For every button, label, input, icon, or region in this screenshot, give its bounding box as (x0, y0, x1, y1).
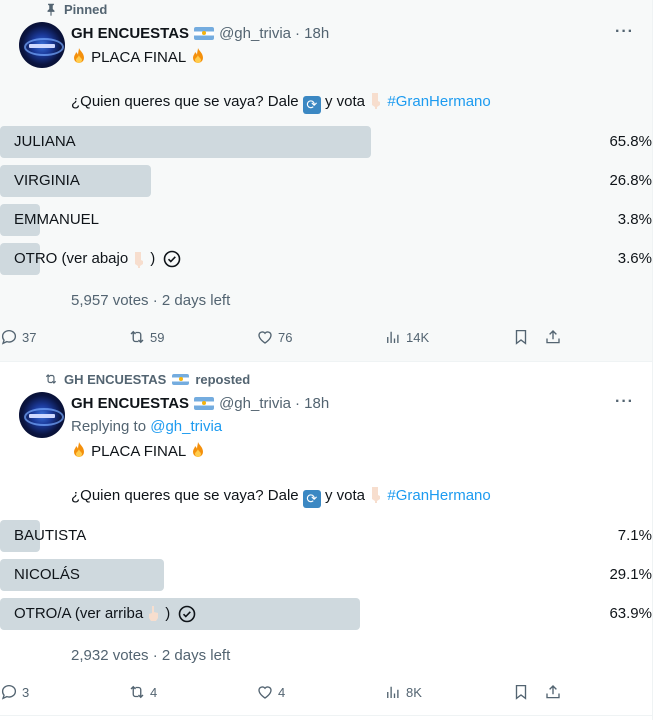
pin-icon (47, 3, 55, 16)
argentina-flag-icon (194, 396, 215, 410)
poll-option-percent: 65.8% (609, 133, 652, 150)
fire-icon (192, 48, 203, 63)
poll-option-percent: 26.8% (609, 172, 652, 189)
poll-option-label: OTRO (ver abajo ) (14, 243, 181, 275)
tweet-header: GH ENCUESTAS @gh_trivia · 18h (71, 393, 634, 413)
hashtag-link[interactable]: #GranHermano (387, 93, 490, 110)
hashtag-link[interactable]: #GranHermano (387, 487, 490, 504)
poll-option-label: JULIANA (14, 133, 76, 150)
repost-icon (130, 330, 144, 344)
poll-option-percent: 63.9% (609, 605, 652, 622)
replying-to: Replying to @gh_trivia (71, 418, 223, 435)
author-name[interactable]: GH ENCUESTAS (71, 25, 189, 42)
social-context: Pinned (44, 0, 107, 18)
poll-option[interactable]: EMMANUEL 3.8% (0, 204, 652, 236)
avatar[interactable] (19, 392, 65, 438)
heart-icon (258, 331, 272, 344)
reply-icon (1, 684, 17, 700)
tweet-actions: 37 59 76 14K (0, 327, 652, 347)
pinned-label: Pinned (64, 1, 108, 17)
poll-option[interactable]: OTRO (ver abajo ) 3.6% (0, 243, 652, 275)
avatar[interactable] (19, 22, 65, 68)
poll-option-label: VIRGINIA (14, 172, 80, 189)
views-button[interactable]: 14K (384, 327, 429, 347)
repost-button[interactable]: 4 (128, 682, 157, 702)
author-name[interactable]: GH ENCUESTAS (71, 395, 189, 412)
author-handle[interactable]: @gh_trivia (219, 395, 291, 412)
tweet-time[interactable]: · 18h (295, 25, 329, 42)
poll-option[interactable]: NICOLÁS 29.1% (0, 559, 652, 591)
fire-icon (74, 442, 84, 457)
tweet-pinned[interactable]: Pinned GH ENCUESTAS @gh_trivia · 18h ···… (0, 0, 652, 362)
poll-option-percent: 3.6% (617, 250, 652, 267)
poll-option-label: EMMANUEL (14, 211, 100, 228)
tweet-actions: 3 4 4 8K (0, 682, 652, 702)
reposted-label: reposted (195, 371, 251, 387)
poll-option-label: OTRO/A (ver arriba ) (14, 598, 196, 630)
like-button[interactable]: 4 (256, 682, 285, 702)
like-button[interactable]: 76 (256, 327, 292, 347)
fire-icon (192, 442, 203, 457)
replying-to-handle[interactable]: @gh_trivia (150, 418, 222, 435)
social-context: GH ENCUESTAS reposted (44, 370, 250, 388)
views-icon (387, 331, 399, 343)
poll: BAUTISTA 7.1% NICOLÁS 29.1% OTRO/A (ver … (0, 520, 652, 637)
check-circle-icon (178, 605, 196, 623)
heart-icon (258, 686, 272, 699)
repost-icon (130, 685, 144, 699)
poll-option[interactable]: JULIANA 65.8% (0, 126, 652, 158)
views-button[interactable]: 8K (384, 682, 422, 702)
poll-option-percent: 3.8% (617, 211, 652, 228)
timeline-border (652, 0, 653, 720)
fire-icon (74, 48, 84, 63)
poll-option-label: NICOLÁS (14, 566, 80, 583)
author-handle[interactable]: @gh_trivia (219, 25, 291, 42)
pointing-down-hand-icon (372, 487, 381, 503)
tweet-title: PLACA FINAL (71, 47, 634, 68)
reply-icon (1, 329, 17, 345)
pointing-down-hand-icon (372, 93, 381, 109)
more-icon: ··· (615, 23, 634, 40)
repeat-button-emoji-icon: ⟳ (302, 490, 321, 508)
tweet-repost[interactable]: GH ENCUESTAS reposted GH ENCUESTAS @gh_t… (0, 362, 652, 716)
views-icon (387, 686, 399, 698)
argentina-flag-icon (172, 373, 190, 385)
reposter-name[interactable]: GH ENCUESTAS (64, 372, 166, 387)
poll-votes-info: 2,932 votes · 2 days left (71, 647, 231, 664)
argentina-flag-icon (194, 26, 215, 40)
pointing-down-hand-icon (135, 252, 144, 268)
tweet-title: PLACA FINAL (71, 441, 634, 462)
bookmark-button[interactable] (512, 327, 530, 347)
poll-option[interactable]: VIRGINIA 26.8% (0, 165, 652, 197)
repost-button[interactable]: 59 (128, 327, 164, 347)
poll-votes-info: 5,957 votes · 2 days left (71, 292, 231, 309)
share-icon (546, 330, 560, 344)
more-icon: ··· (615, 393, 634, 410)
bookmark-icon (515, 329, 527, 345)
bookmark-icon (515, 684, 527, 700)
reply-button[interactable]: 37 (0, 327, 36, 347)
repeat-button-emoji-icon: ⟳ (302, 96, 321, 114)
poll-option[interactable]: OTRO/A (ver arriba ) 63.9% (0, 598, 652, 630)
bookmark-button[interactable] (512, 682, 530, 702)
pointing-up-hand-icon (149, 606, 159, 621)
poll-option[interactable]: BAUTISTA 7.1% (0, 520, 652, 552)
poll-option-percent: 7.1% (617, 527, 652, 544)
share-button[interactable] (544, 682, 562, 702)
tweet-body: ¿Quien queres que se vaya? Dale ⟳ y vota… (71, 93, 491, 114)
repost-icon (45, 374, 57, 384)
tweet-body: ¿Quien queres que se vaya? Dale ⟳ y vota… (71, 487, 491, 508)
more-button[interactable]: ··· (615, 23, 634, 41)
poll-option-percent: 29.1% (609, 566, 652, 583)
poll: JULIANA 65.8% VIRGINIA 26.8% EMMANUEL 3.… (0, 126, 652, 282)
tweet-header: GH ENCUESTAS @gh_trivia · 18h (71, 23, 634, 43)
more-button[interactable]: ··· (615, 393, 634, 411)
check-circle-icon (163, 250, 181, 268)
share-button[interactable] (544, 327, 562, 347)
poll-option-label: BAUTISTA (14, 527, 87, 544)
reply-button[interactable]: 3 (0, 682, 29, 702)
share-icon (546, 685, 560, 699)
tweet-time[interactable]: · 18h (295, 395, 329, 412)
